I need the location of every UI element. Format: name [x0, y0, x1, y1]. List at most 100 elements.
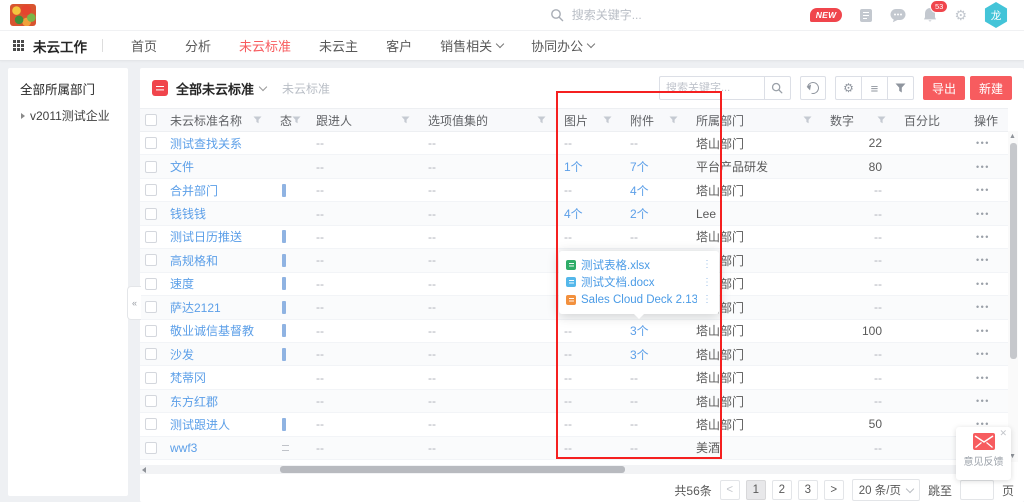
- workspace-name[interactable]: 未云工作: [33, 36, 87, 56]
- row-actions-button[interactable]: •••: [966, 132, 1008, 154]
- horizontal-scroll-thumb[interactable]: [280, 466, 625, 473]
- nav-item[interactable]: 销售相关: [440, 36, 503, 55]
- record-link[interactable]: 敬业诚信基督教: [170, 322, 254, 339]
- record-link[interactable]: 高规格和: [170, 252, 218, 269]
- next-page-button[interactable]: >: [824, 480, 844, 500]
- table-row[interactable]: 测试查找关系--------塔山部门22•••: [140, 132, 1008, 155]
- notifications[interactable]: 53: [923, 7, 937, 23]
- global-search[interactable]: [550, 7, 710, 23]
- record-link[interactable]: 测试日历推送: [170, 228, 242, 245]
- record-link[interactable]: 钱钱钱: [170, 205, 206, 222]
- nav-item[interactable]: 协同办公: [531, 36, 594, 55]
- scroll-left-icon[interactable]: [142, 467, 146, 473]
- row-checkbox[interactable]: [145, 372, 157, 384]
- row-actions-button[interactable]: •••: [966, 202, 1008, 224]
- vertical-scrollbar[interactable]: ▲ ▼: [1008, 131, 1018, 462]
- table-row[interactable]: 测试日历推送--------塔山部门--•••: [140, 226, 1008, 249]
- nav-item[interactable]: 客户: [386, 36, 412, 55]
- caret-right-icon[interactable]: [21, 113, 25, 119]
- nav-item[interactable]: 未云主: [319, 36, 358, 55]
- file-row[interactable]: 测试文档.docx ⋮: [566, 274, 712, 292]
- record-link[interactable]: 合并部门: [170, 182, 218, 199]
- row-actions-button[interactable]: •••: [966, 366, 1008, 388]
- row-actions-button[interactable]: •••: [966, 249, 1008, 271]
- row-actions-button[interactable]: •••: [966, 320, 1008, 342]
- export-button[interactable]: 导出: [923, 76, 965, 100]
- file-more-icon[interactable]: ⋮: [702, 259, 712, 270]
- record-link[interactable]: 测试查找关系: [170, 135, 242, 152]
- view-title[interactable]: 全部未云标准: [176, 79, 254, 98]
- row-checkbox[interactable]: [145, 301, 157, 313]
- table-row[interactable]: 梵蒂冈--------塔山部门--•••: [140, 366, 1008, 389]
- settings-button[interactable]: ⚙: [836, 77, 861, 99]
- filter-funnel-icon[interactable]: [877, 116, 886, 124]
- page-button[interactable]: 3: [798, 480, 818, 500]
- page-button[interactable]: 2: [772, 480, 792, 500]
- list-search-input[interactable]: [660, 82, 764, 94]
- row-checkbox[interactable]: [145, 184, 157, 196]
- images-count[interactable]: 1个: [556, 155, 622, 177]
- notebook-icon[interactable]: [859, 8, 873, 23]
- row-checkbox[interactable]: [145, 161, 157, 173]
- avatar[interactable]: 龙: [984, 2, 1008, 28]
- attachments-count[interactable]: 7个: [622, 155, 688, 177]
- record-link[interactable]: 东方红郡: [170, 393, 218, 410]
- row-checkbox[interactable]: [145, 254, 157, 266]
- table-row[interactable]: 沙发------3个塔山部门--•••: [140, 343, 1008, 366]
- file-row[interactable]: Sales Cloud Deck 2.13 with s... ⋮: [566, 291, 712, 309]
- app-logo[interactable]: [10, 4, 36, 26]
- row-actions-button[interactable]: •••: [966, 155, 1008, 177]
- attachments-count[interactable]: 3个: [622, 343, 688, 365]
- vertical-scroll-thumb[interactable]: [1010, 143, 1017, 359]
- refresh-button[interactable]: [800, 76, 826, 100]
- images-count[interactable]: 4个: [556, 202, 622, 224]
- sidebar-tree-item[interactable]: v2011测试企业: [8, 105, 128, 126]
- row-checkbox[interactable]: [145, 325, 157, 337]
- prev-page-button[interactable]: <: [720, 480, 740, 500]
- feedback-widget[interactable]: ✕ 意见反馈: [956, 427, 1011, 480]
- record-link[interactable]: wwf3: [170, 441, 197, 455]
- table-row[interactable]: 测试跟进人--------塔山部门50•••: [140, 413, 1008, 436]
- attachments-count[interactable]: 4个: [622, 179, 688, 201]
- record-link[interactable]: 萨达2121: [170, 299, 221, 316]
- jump-page-input[interactable]: [960, 480, 994, 500]
- row-actions-button[interactable]: •••: [966, 343, 1008, 365]
- record-link[interactable]: 速度: [170, 275, 194, 292]
- search-button[interactable]: [764, 77, 790, 99]
- row-actions-button[interactable]: •••: [966, 390, 1008, 412]
- page-size-select[interactable]: 20 条/页: [852, 479, 920, 501]
- filter-funnel-icon[interactable]: [803, 116, 812, 124]
- filter-funnel-icon[interactable]: [292, 116, 301, 124]
- columns-button[interactable]: ≡: [861, 77, 887, 99]
- file-more-icon[interactable]: ⋮: [702, 294, 712, 305]
- filter-funnel-icon[interactable]: [253, 116, 262, 124]
- row-checkbox[interactable]: [145, 418, 157, 430]
- file-name-link[interactable]: Sales Cloud Deck 2.13 with s...: [581, 294, 697, 306]
- table-row[interactable]: 文件----1个7个平台产品研发80•••: [140, 155, 1008, 178]
- file-name-link[interactable]: 测试表格.xlsx: [581, 257, 697, 273]
- nav-item[interactable]: 首页: [131, 36, 157, 55]
- file-more-icon[interactable]: ⋮: [702, 277, 712, 288]
- sidebar-collapse-handle[interactable]: «: [127, 286, 141, 320]
- horizontal-scrollbar[interactable]: [140, 465, 1008, 474]
- table-row[interactable]: 钱钱钱----4个2个Lee--•••: [140, 202, 1008, 225]
- nav-item[interactable]: 未云标准: [239, 36, 291, 55]
- new-badge[interactable]: NEW: [810, 8, 843, 22]
- row-actions-button[interactable]: •••: [966, 179, 1008, 201]
- table-row[interactable]: 东方红郡--------塔山部门--•••: [140, 390, 1008, 413]
- table-row[interactable]: wwf3--------美酒--•••: [140, 437, 1008, 460]
- row-actions-button[interactable]: •••: [966, 226, 1008, 248]
- row-checkbox[interactable]: [145, 231, 157, 243]
- global-search-input[interactable]: [570, 7, 694, 23]
- record-link[interactable]: 文件: [170, 158, 194, 175]
- create-button[interactable]: 新建: [970, 76, 1012, 100]
- record-link[interactable]: 沙发: [170, 346, 194, 363]
- chevron-down-icon[interactable]: [259, 82, 267, 90]
- filter-funnel-icon[interactable]: [537, 116, 546, 124]
- list-search[interactable]: [659, 76, 791, 100]
- gear-icon[interactable]: ⚙: [954, 8, 967, 22]
- row-actions-button[interactable]: •••: [966, 296, 1008, 318]
- row-checkbox[interactable]: [145, 278, 157, 290]
- attachments-count[interactable]: 2个: [622, 202, 688, 224]
- file-name-link[interactable]: 测试文档.docx: [581, 274, 697, 290]
